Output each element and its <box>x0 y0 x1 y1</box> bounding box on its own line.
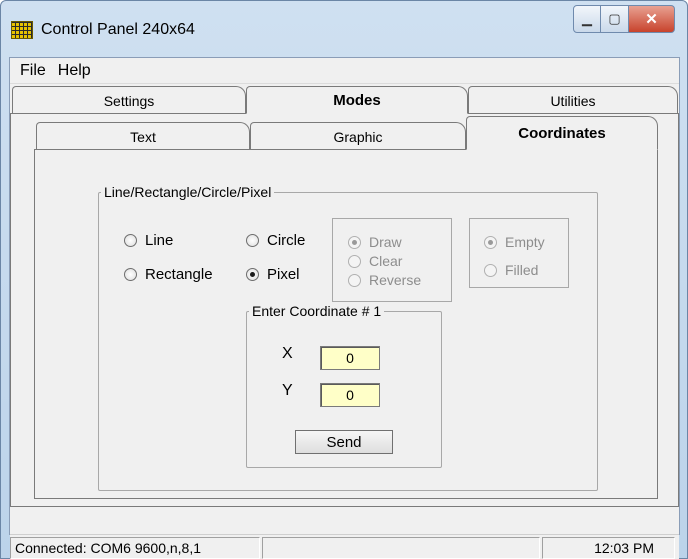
tab-coordinates[interactable]: Coordinates <box>466 116 658 150</box>
radio-clear-dot <box>348 254 361 268</box>
menu-help[interactable]: Help <box>52 62 97 80</box>
radio-line[interactable]: Line <box>124 232 173 249</box>
close-icon: ✕ <box>645 11 658 28</box>
radio-draw-label: Draw <box>369 234 402 250</box>
radio-circle-dot <box>246 234 259 247</box>
tab-modes[interactable]: Modes <box>246 86 468 114</box>
client-area: File Help Settings Modes Utilities Text … <box>9 57 680 559</box>
minimize-icon: ▁ <box>582 11 592 26</box>
coordinate-group-legend: Enter Coordinate # 1 <box>252 303 382 319</box>
radio-clear-label: Clear <box>369 253 403 269</box>
minimize-button[interactable]: ▁ <box>573 5 601 33</box>
window-controls: ▁ ▢ ✕ <box>573 5 675 33</box>
radio-empty-label: Empty <box>505 234 545 250</box>
title-bar[interactable]: Control Panel 240x64 ▁ ▢ ✕ <box>1 1 687 57</box>
shape-group-legend: Line/Rectangle/Circle/Pixel <box>104 184 272 200</box>
tab-text[interactable]: Text <box>36 122 250 150</box>
radio-draw[interactable]: Draw <box>348 234 402 250</box>
status-connection: Connected: COM6 9600,n,8,1 <box>10 537 260 559</box>
x-input[interactable] <box>320 346 380 370</box>
send-button[interactable]: Send <box>295 430 393 454</box>
menu-file[interactable]: File <box>14 62 52 80</box>
app-window: Control Panel 240x64 ▁ ▢ ✕ File Help Set… <box>0 0 688 559</box>
inner-tab-strip: Text Graphic Coordinates <box>10 116 679 150</box>
tab-utilities[interactable]: Utilities <box>468 86 678 114</box>
radio-draw-dot <box>348 235 361 249</box>
radio-rectangle-dot <box>124 268 137 281</box>
window-title: Control Panel 240x64 <box>41 21 195 38</box>
radio-circle[interactable]: Circle <box>246 232 305 249</box>
y-input[interactable] <box>320 383 380 407</box>
radio-reverse-dot <box>348 273 361 287</box>
radio-pixel-label: Pixel <box>267 266 300 283</box>
radio-reverse[interactable]: Reverse <box>348 272 421 288</box>
tab-settings[interactable]: Settings <box>12 86 246 114</box>
status-middle <box>262 537 540 559</box>
radio-filled-label: Filled <box>505 262 539 278</box>
radio-pixel-dot <box>246 268 259 281</box>
maximize-button[interactable]: ▢ <box>601 5 629 33</box>
menu-bar: File Help <box>10 58 679 84</box>
radio-line-dot <box>124 234 137 247</box>
status-time: 12:03 PM <box>542 537 675 559</box>
maximize-icon: ▢ <box>608 11 621 26</box>
radio-empty[interactable]: Empty <box>484 234 545 250</box>
radio-line-label: Line <box>145 232 174 249</box>
tab-graphic[interactable]: Graphic <box>250 122 466 150</box>
radio-reverse-label: Reverse <box>369 272 422 288</box>
close-button[interactable]: ✕ <box>629 5 675 33</box>
status-bar: Connected: COM6 9600,n,8,1 12:03 PM <box>10 534 679 559</box>
x-label: X <box>282 345 293 362</box>
radio-rectangle[interactable]: Rectangle <box>124 266 213 283</box>
radio-filled-dot <box>484 263 497 277</box>
y-label: Y <box>282 382 293 399</box>
radio-clear[interactable]: Clear <box>348 253 402 269</box>
radio-circle-label: Circle <box>267 232 306 249</box>
lcd-grid-icon <box>11 21 33 39</box>
radio-filled[interactable]: Filled <box>484 262 538 278</box>
outer-tab-strip: Settings Modes Utilities <box>10 86 679 114</box>
radio-empty-dot <box>484 235 497 249</box>
radio-rectangle-label: Rectangle <box>145 266 213 283</box>
radio-pixel[interactable]: Pixel <box>246 266 300 283</box>
